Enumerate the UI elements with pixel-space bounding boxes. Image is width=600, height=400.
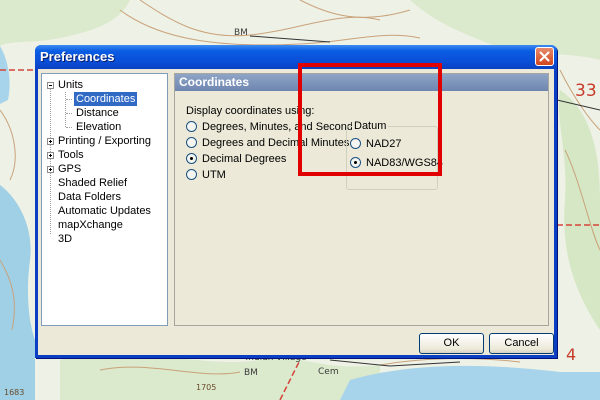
window-title: Preferences <box>40 49 115 64</box>
tree-item-units[interactable]: Units <box>58 78 83 92</box>
panel-title: Coordinates <box>179 75 250 89</box>
radio-circle <box>186 136 197 148</box>
tree-line <box>66 127 72 128</box>
tree-item-elevation[interactable]: Elevation <box>76 120 121 134</box>
datum-highlight-box <box>298 63 442 176</box>
collapse-toggle-units[interactable] <box>47 82 54 89</box>
title-bar[interactable]: Preferences <box>35 45 557 69</box>
expand-toggle-gps[interactable] <box>47 166 54 173</box>
display-coordinates-label: Display coordinates using: <box>186 105 315 117</box>
expand-toggle-printing[interactable] <box>47 138 54 145</box>
tree-line <box>66 99 72 100</box>
radio-circle <box>186 168 197 180</box>
tree-item-printing-exporting[interactable]: Printing / Exporting <box>58 134 151 148</box>
tree-item-gps[interactable]: GPS <box>58 162 81 176</box>
ok-button[interactable]: OK <box>419 333 484 354</box>
preferences-tree: Units Coordinates Distance Elevation Pri… <box>41 73 168 326</box>
tree-item-mapxchange[interactable]: mapXchange <box>58 218 123 232</box>
tree-item-coordinates[interactable]: Coordinates <box>74 92 138 106</box>
tree-item-distance[interactable]: Distance <box>76 106 119 120</box>
tree-item-shaded-relief[interactable]: Shaded Relief <box>58 176 127 190</box>
dialog-body: Units Coordinates Distance Elevation Pri… <box>38 69 554 355</box>
radio-utm[interactable]: UTM <box>186 168 226 182</box>
close-icon <box>539 51 550 62</box>
tree-line <box>66 113 72 114</box>
radio-label: UTM <box>202 169 226 181</box>
radio-decimal-degrees[interactable]: Decimal Degrees <box>186 152 286 166</box>
close-button[interactable] <box>535 47 554 66</box>
expand-toggle-tools[interactable] <box>47 152 54 159</box>
tree-line <box>65 92 66 127</box>
cancel-button[interactable]: Cancel <box>489 333 554 354</box>
tree-item-3d[interactable]: 3D <box>58 232 72 246</box>
tree-item-automatic-updates[interactable]: Automatic Updates <box>58 204 151 218</box>
tree-item-data-folders[interactable]: Data Folders <box>58 190 121 204</box>
tree-item-tools[interactable]: Tools <box>58 148 84 162</box>
radio-circle-selected <box>186 152 197 164</box>
radio-label: Decimal Degrees <box>202 153 287 165</box>
tree-line <box>50 87 51 234</box>
radio-circle <box>186 120 197 132</box>
preferences-dialog: Preferences Units Coordinates Distance E… <box>35 45 557 358</box>
